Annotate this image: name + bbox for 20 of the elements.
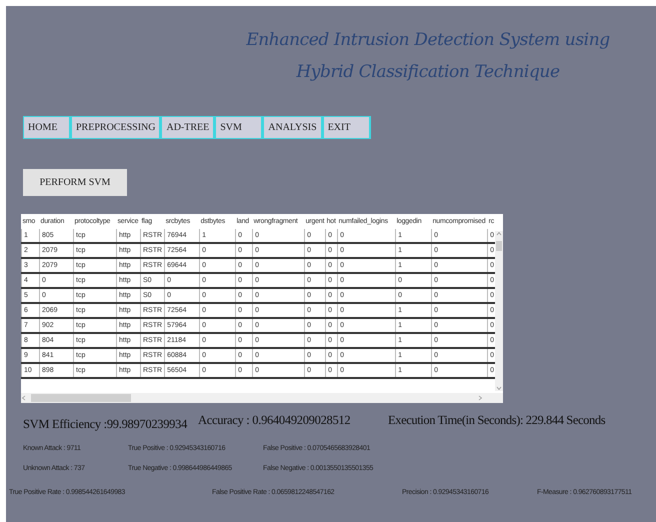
result-label: Execution Time(in Seconds): 229.844 Seconds bbox=[388, 413, 606, 429]
menu-item[interactable]: SVM bbox=[215, 116, 264, 139]
menu-item[interactable]: EXIT bbox=[322, 116, 371, 139]
result-label: Accuracy : 0.964049209028512 bbox=[198, 413, 352, 429]
app-title: Hybrid Classification Technique bbox=[296, 61, 560, 84]
menu-item[interactable]: HOME bbox=[23, 116, 71, 139]
result-label: SVM Efficiency :99.98970239934 bbox=[23, 417, 188, 432]
scroll-thumb[interactable] bbox=[496, 241, 502, 251]
scroll-thumb[interactable] bbox=[31, 394, 131, 402]
menu-item[interactable]: AD-TREE bbox=[161, 116, 216, 139]
horizontal-scrollbar[interactable] bbox=[21, 393, 503, 403]
vertical-scrollbar[interactable] bbox=[495, 231, 503, 391]
menu-item[interactable]: PREPROCESSING bbox=[71, 116, 162, 139]
scroll-left-icon[interactable] bbox=[21, 395, 26, 401]
scroll-right-icon[interactable] bbox=[478, 395, 483, 401]
app-title: Enhanced Intrusion Detection System using bbox=[246, 29, 610, 52]
menu-item[interactable]: ANALYSIS bbox=[263, 116, 323, 139]
perform-svm-button[interactable]: PERFORM SVM bbox=[23, 169, 127, 196]
scroll-up-icon[interactable] bbox=[496, 231, 502, 236]
scroll-down-icon[interactable] bbox=[496, 386, 502, 391]
